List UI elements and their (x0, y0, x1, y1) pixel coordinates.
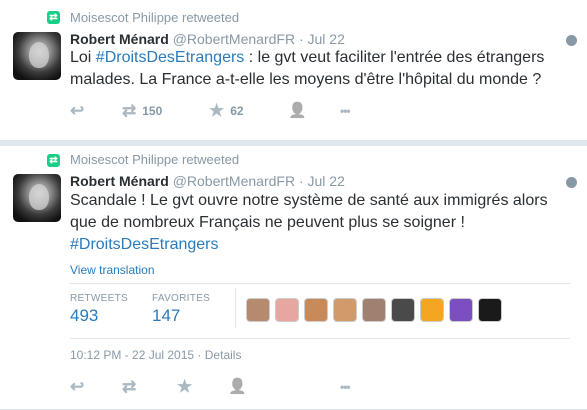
author-handle[interactable]: @RobertMenardFR (173, 173, 295, 189)
favoriter-avatar[interactable] (246, 298, 270, 322)
globe-icon (566, 35, 577, 46)
retweets-count[interactable]: 493 (70, 306, 98, 326)
retweeted-by-label[interactable]: Moisescot Philippe retweeted (70, 10, 239, 25)
tweet-header: Robert Ménard @RobertMenardFR · Jul 22 (70, 173, 345, 189)
more-icon: ••• (340, 380, 351, 394)
stats-divider (235, 288, 236, 328)
favorites-label: FAVORITES (152, 293, 211, 304)
tweet-text-before: Loi (70, 49, 96, 66)
tweet-header: Robert Ménard @RobertMenardFR · Jul 22 (70, 31, 345, 47)
add-user-icon: 👤 (228, 378, 247, 395)
add-user-icon: 👤 (288, 102, 307, 119)
globe-icon (566, 177, 577, 188)
author-name[interactable]: Robert Ménard (70, 31, 169, 47)
favoriter-avatar[interactable] (478, 298, 502, 322)
retweet-count: 150 (142, 104, 163, 118)
retweet-button[interactable]: ⇄ (122, 377, 136, 397)
tweet-text: Scandale ! Le gvt ouvre notre système de… (70, 190, 580, 256)
details-separator: · (197, 348, 202, 362)
tweet-timestamp-line: 10:12 PM - 22 Jul 2015 · Details (70, 348, 241, 362)
favoriter-avatar[interactable] (391, 298, 415, 322)
author-handle[interactable]: @RobertMenardFR (173, 31, 295, 47)
favoriter-avatar[interactable] (449, 298, 473, 322)
avatar[interactable] (13, 174, 61, 222)
tweet-text-line-2: que de nombreux Français ne peuvent plus… (70, 214, 465, 231)
tweet-text: Loi #DroitsDesEtrangers : le gvt veut fa… (70, 47, 570, 91)
reply-button[interactable]: ↩ (70, 101, 84, 121)
favoriter-avatar[interactable] (420, 298, 444, 322)
details-link[interactable]: Details (205, 348, 242, 362)
avatar[interactable] (13, 32, 61, 80)
more-icon: ••• (340, 104, 351, 118)
tweet-time[interactable]: Jul 22 (308, 31, 345, 47)
favoriter-avatar[interactable] (362, 298, 386, 322)
time-separator: · (298, 31, 304, 47)
follow-button[interactable]: 👤 (288, 101, 307, 121)
retweet-icon: ⇄ (122, 101, 137, 120)
tweet-text-line-1: Scandale ! Le gvt ouvre notre système de… (70, 192, 548, 209)
retweet-icon: ⇄ (122, 377, 137, 396)
favorite-count: 62 (230, 104, 244, 118)
retweet-indicator-icon: ⇄ (47, 154, 60, 167)
time-separator: · (298, 173, 304, 189)
tweet-time[interactable]: Jul 22 (308, 173, 345, 189)
favoriter-avatar[interactable] (275, 298, 299, 322)
divider (70, 338, 570, 339)
favoriter-avatar[interactable] (333, 298, 357, 322)
favorite-button[interactable]: ★ (177, 377, 192, 397)
tweet-card-expanded[interactable]: ⇄ Moisescot Philippe retweeted Robert Mé… (0, 146, 587, 410)
favorite-button[interactable]: ★ 62 (209, 101, 244, 121)
view-translation-link[interactable]: View translation (70, 263, 155, 277)
hashtag-link[interactable]: #DroitsDesEtrangers (96, 49, 245, 66)
reply-icon: ↩ (70, 377, 85, 396)
favorites-count[interactable]: 147 (152, 306, 180, 326)
reply-button[interactable]: ↩ (70, 377, 84, 397)
tweet-card[interactable]: ⇄ Moisescot Philippe retweeted Robert Mé… (0, 0, 587, 141)
favoriter-avatar[interactable] (304, 298, 328, 322)
retweet-button[interactable]: ⇄ 150 (122, 101, 162, 121)
reply-icon: ↩ (70, 101, 85, 120)
tweet-timestamp: 10:12 PM - 22 Jul 2015 (70, 348, 195, 362)
star-icon: ★ (177, 377, 193, 396)
follow-button[interactable]: 👤 (228, 377, 247, 397)
more-button[interactable]: ••• (340, 377, 351, 397)
retweeted-by-label[interactable]: Moisescot Philippe retweeted (70, 152, 239, 167)
retweet-indicator-icon: ⇄ (47, 11, 60, 24)
hashtag-link[interactable]: #DroitsDesEtrangers (70, 234, 580, 256)
retweets-label: RETWEETS (70, 293, 128, 304)
more-button[interactable]: ••• (340, 101, 351, 121)
author-name[interactable]: Robert Ménard (70, 173, 169, 189)
star-icon: ★ (209, 101, 225, 120)
divider (70, 283, 570, 284)
